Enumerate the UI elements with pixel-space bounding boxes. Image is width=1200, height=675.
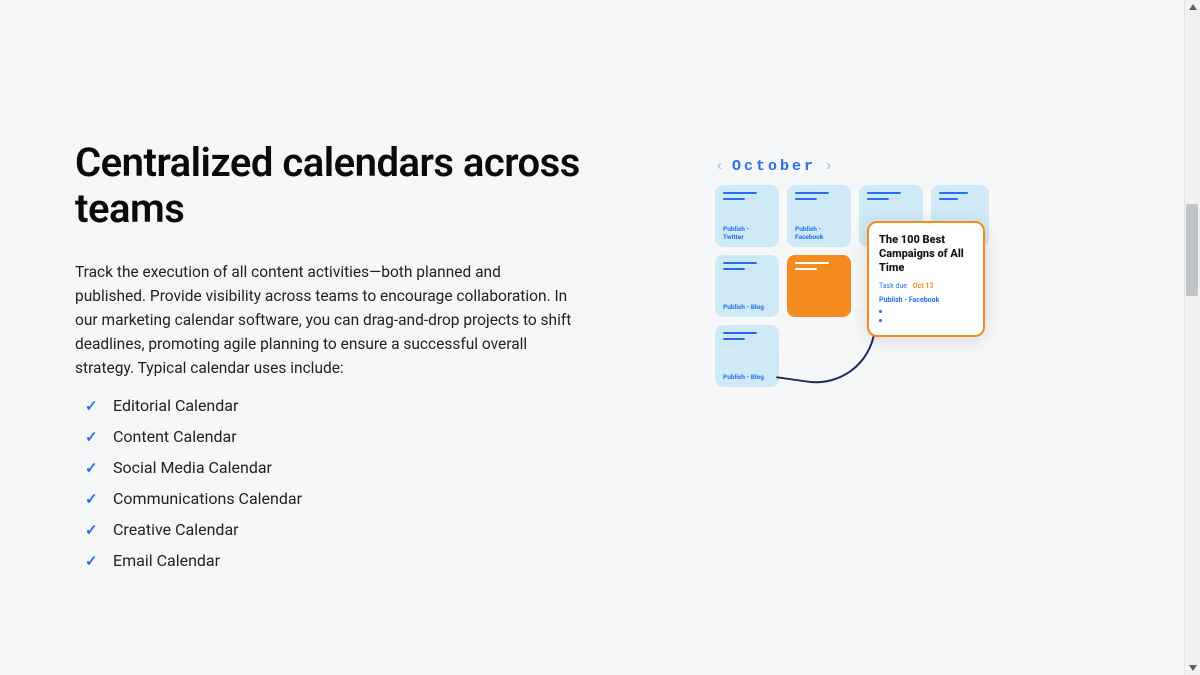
scrollbar-up-icon[interactable] — [1189, 4, 1197, 10]
detail-due: Task due Oct 13 — [879, 282, 973, 290]
card-label: Publish - Twitter — [723, 225, 771, 241]
check-icon: ✓ — [85, 490, 99, 508]
calendar-card-active — [787, 255, 851, 317]
list-item: ✓ Social Media Calendar — [85, 452, 595, 483]
calendar-card: Publish - Blog — [715, 325, 779, 387]
check-icon: ✓ — [85, 397, 99, 415]
scrollbar-down-icon[interactable] — [1189, 665, 1197, 671]
list-item-label: Editorial Calendar — [113, 396, 238, 415]
month-switcher: ‹ October › — [715, 158, 1025, 175]
scrollbar-track[interactable] — [1184, 0, 1200, 675]
scrollbar-thumb[interactable] — [1186, 204, 1198, 296]
list-item-label: Content Calendar — [113, 427, 237, 446]
chevron-left-icon: ‹ — [715, 158, 724, 175]
bullet-dot-icon — [879, 310, 882, 313]
calendar-card: Publish - Blog — [715, 255, 779, 317]
card-label: Publish - Blog — [723, 373, 771, 381]
list-item: ✓ Creative Calendar — [85, 514, 595, 545]
card-label: Publish - Blog — [723, 303, 771, 311]
list-item: ✓ Communications Calendar — [85, 483, 595, 514]
card-label: Publish - Facebook — [795, 225, 843, 241]
check-icon: ✓ — [85, 428, 99, 446]
detail-due-date: Oct 13 — [913, 282, 934, 290]
list-item-label: Communications Calendar — [113, 489, 302, 508]
list-item-label: Social Media Calendar — [113, 458, 272, 477]
detail-due-label: Task due — [879, 282, 907, 290]
detail-publish: Publish - Facebook — [879, 296, 973, 304]
section-heading: Centralized calendars across teams — [75, 140, 595, 232]
calendar-card: Publish - Twitter — [715, 185, 779, 247]
list-item-label: Creative Calendar — [113, 520, 239, 539]
card-detail-popover: The 100 Best Campaigns of All Time Task … — [867, 221, 985, 337]
list-item: ✓ Content Calendar — [85, 421, 595, 452]
calendar-type-list: ✓ Editorial Calendar ✓ Content Calendar ✓ S… — [75, 390, 595, 576]
chevron-right-icon: › — [824, 158, 833, 175]
section-description: Track the execution of all content activ… — [75, 260, 575, 380]
bullet-dot-icon — [879, 319, 882, 322]
check-icon: ✓ — [85, 552, 99, 570]
calendar-illustration: ‹ October › Publish - Twitter Publish - … — [715, 158, 1025, 418]
calendar-card: Publish - Facebook — [787, 185, 851, 247]
list-item: ✓ Email Calendar — [85, 545, 595, 576]
list-item-label: Email Calendar — [113, 551, 220, 570]
month-label: October — [732, 158, 816, 175]
check-icon: ✓ — [85, 459, 99, 477]
detail-title: The 100 Best Campaigns of All Time — [879, 233, 973, 274]
check-icon: ✓ — [85, 521, 99, 539]
list-item: ✓ Editorial Calendar — [85, 390, 595, 421]
